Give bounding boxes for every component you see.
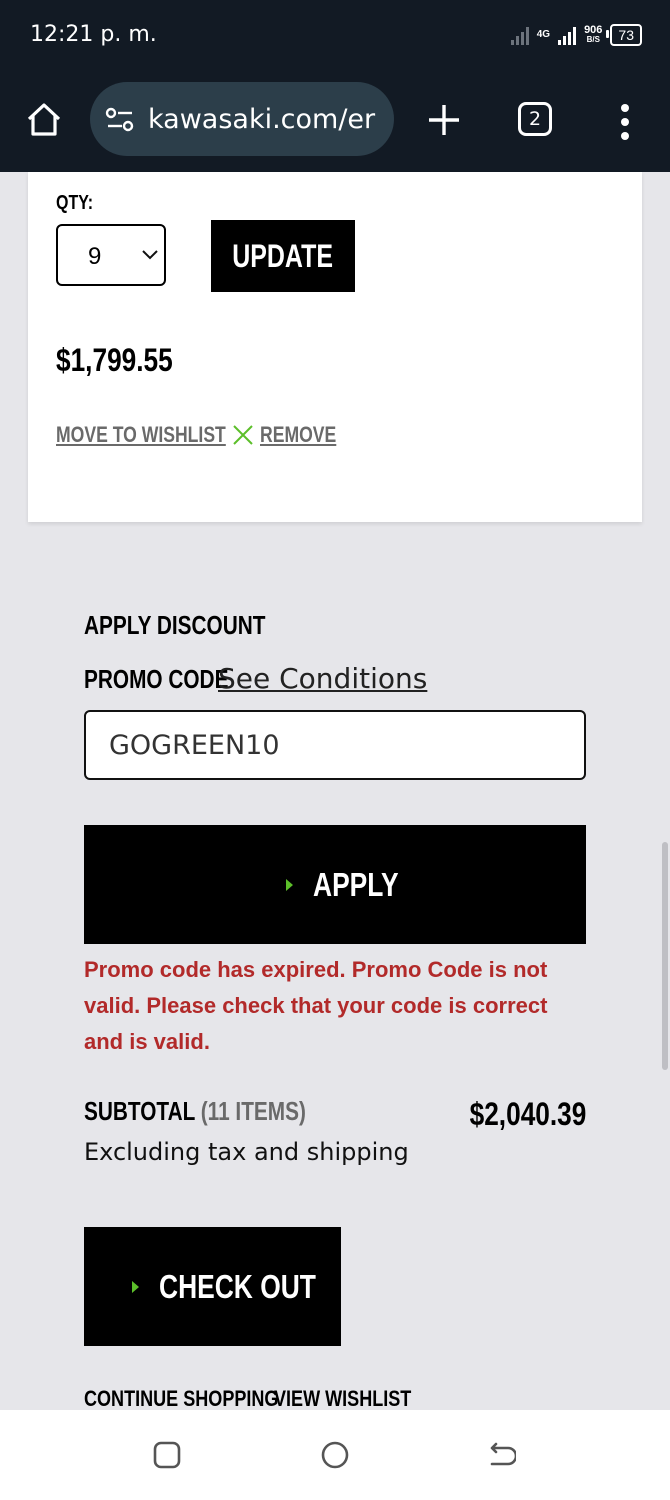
status-indicators: 4G 906 B/S 73 xyxy=(510,20,642,50)
item-price: $1,799.55 xyxy=(56,342,173,378)
status-bar: 12:21 p. m. 4G 906 B/S 73 xyxy=(0,0,670,70)
network-speed: 906 B/S xyxy=(584,25,602,45)
apply-label: APPLY xyxy=(313,865,399,903)
site-settings-icon[interactable] xyxy=(104,106,136,134)
qty-value: 9 xyxy=(88,243,102,270)
promo-code-input[interactable] xyxy=(84,710,586,780)
continue-shopping-link[interactable]: CONTINUE SHOPPING xyxy=(84,1386,278,1412)
checkout-button[interactable]: CHECK OUT xyxy=(84,1227,341,1346)
url-text[interactable]: kawasaki.com/er xyxy=(148,104,384,135)
battery-level: 73 xyxy=(618,27,634,43)
network-type: 4G xyxy=(537,30,550,40)
play-arrow-icon xyxy=(132,1280,139,1293)
chevron-down-icon xyxy=(142,250,158,260)
cart-item-card: QTY: 9 UPDATE $1,799.55 MOVE TO WISHLIST… xyxy=(28,172,642,522)
checkout-label: CHECK OUT xyxy=(159,1267,316,1305)
subtotal-row: SUBTOTAL (11 ITEMS) $2,040.39 xyxy=(84,1096,586,1136)
update-button[interactable]: UPDATE xyxy=(211,220,355,292)
remove-link[interactable]: REMOVE xyxy=(260,422,336,448)
promo-error-message: Promo code has expired. Promo Code is no… xyxy=(84,957,548,1054)
network-label: 4G xyxy=(536,29,551,40)
signal-icon-sim2 xyxy=(558,25,577,45)
browser-toolbar: kawasaki.com/er 2 xyxy=(0,70,670,172)
items-count: (11 ITEMS) xyxy=(200,1096,306,1126)
qty-label: QTY: xyxy=(56,192,94,214)
address-bar[interactable]: kawasaki.com/er xyxy=(90,82,394,156)
tabs-icon[interactable]: 2 xyxy=(518,102,552,136)
signal-icon-sim1 xyxy=(510,25,529,45)
promo-code-label: PROMO CODE xyxy=(84,664,229,694)
update-label: UPDATE xyxy=(232,238,334,274)
move-to-wishlist-link[interactable]: MOVE TO WISHLIST xyxy=(56,422,226,448)
subtotal-amount: $2,040.39 xyxy=(469,1096,586,1132)
view-wishlist-link[interactable]: VIEW WISHLIST xyxy=(274,1386,411,1412)
recent-apps-icon[interactable] xyxy=(152,1440,182,1470)
apply-button[interactable]: APPLY xyxy=(84,825,586,944)
battery-icon: 73 xyxy=(606,24,642,46)
item-actions: MOVE TO WISHLIST REMOVE xyxy=(56,422,456,452)
more-vert-icon[interactable] xyxy=(618,102,632,142)
speed-unit: B/S xyxy=(586,35,600,44)
home-nav-icon[interactable] xyxy=(320,1440,350,1470)
status-time: 12:21 p. m. xyxy=(30,22,157,47)
close-icon[interactable] xyxy=(232,424,254,446)
qty-select[interactable]: 9 xyxy=(56,224,166,286)
play-arrow-icon xyxy=(286,878,293,891)
apply-discount-heading: APPLY DISCOUNT xyxy=(84,610,266,640)
subtotal-label: SUBTOTAL xyxy=(84,1096,195,1126)
new-tab-icon[interactable] xyxy=(424,100,464,140)
subtotal-label-group: SUBTOTAL (11 ITEMS) xyxy=(84,1096,306,1127)
subtotal-note: Excluding tax and shipping xyxy=(84,1138,409,1166)
system-nav-bar xyxy=(0,1410,670,1500)
speed-value: 906 xyxy=(584,24,603,36)
back-icon[interactable] xyxy=(486,1440,516,1470)
home-icon[interactable] xyxy=(24,100,64,140)
page-scrollbar[interactable] xyxy=(662,842,668,1070)
tab-count: 2 xyxy=(528,108,542,130)
see-conditions-link[interactable]: See Conditions xyxy=(218,662,427,695)
